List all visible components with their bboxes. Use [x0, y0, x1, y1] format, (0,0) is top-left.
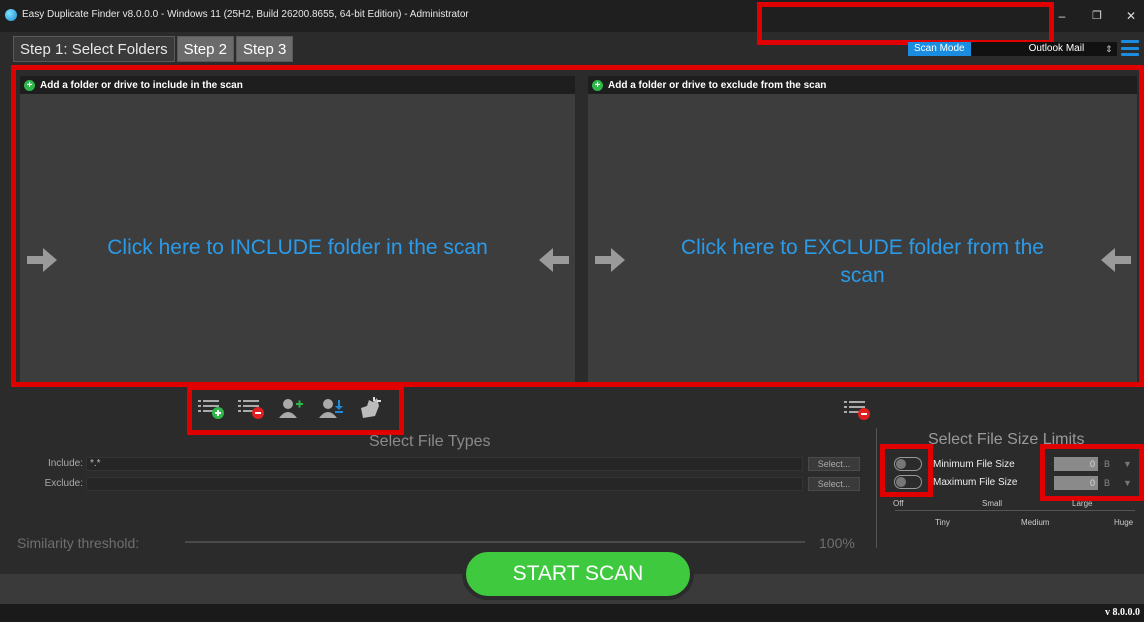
add-user-folder-icon[interactable]: [277, 396, 305, 420]
window-title: Easy Duplicate Finder v8.0.0.0 - Windows…: [22, 9, 469, 20]
import-user-folder-icon[interactable]: [317, 396, 345, 420]
add-icon: +: [592, 79, 603, 91]
remove-folder-list-icon[interactable]: [237, 396, 265, 420]
start-scan-button[interactable]: START SCAN: [462, 548, 694, 600]
size-limits-title: Select File Size Limits: [928, 431, 1085, 448]
status-bar: v 8.0.0.0: [0, 604, 1144, 622]
scan-mode-select[interactable]: Scan Mode Outlook Mail ⇕: [908, 42, 1117, 56]
clear-list-icon[interactable]: [357, 396, 385, 420]
step-tabs: Step 1: Select Folders Step 2 Step 3: [13, 36, 294, 62]
max-size-label: Maximum File Size: [933, 477, 1018, 488]
scan-mode-label: Scan Mode: [908, 42, 971, 56]
min-size-unit: B: [1104, 459, 1111, 469]
scan-mode-selected: Outlook Mail: [1028, 43, 1085, 54]
similarity-value: 100%: [819, 535, 855, 551]
maximize-button[interactable]: ❐: [1084, 7, 1110, 25]
scale-huge: Huge: [1114, 518, 1134, 527]
max-size-toggle[interactable]: [894, 475, 922, 489]
include-header-text: Add a folder or drive to include in the …: [40, 79, 243, 91]
arrow-left-icon: [539, 248, 569, 272]
max-size-dropdown-icon[interactable]: ▼: [1123, 478, 1132, 488]
minimize-button[interactable]: –: [1049, 7, 1075, 25]
exclude-prompt: Click here to EXCLUDE folder from the sc…: [681, 236, 1044, 287]
title-bar: Easy Duplicate Finder v8.0.0.0 - Windows…: [0, 0, 1144, 32]
scale-large: Large: [1072, 499, 1093, 508]
include-panel: + Add a folder or drive to include in th…: [20, 76, 575, 382]
include-toolbar: [197, 396, 385, 420]
exclude-panel-header: + Add a folder or drive to exclude from …: [588, 76, 1137, 94]
similarity-label: Similarity threshold:: [17, 535, 140, 551]
arrow-right-icon: [27, 248, 57, 272]
min-size-label: Minimum File Size: [933, 459, 1015, 470]
similarity-slider[interactable]: [185, 541, 805, 543]
tab-step-1[interactable]: Step 1: Select Folders: [13, 36, 175, 62]
exclude-header-text: Add a folder or drive to exclude from th…: [608, 79, 827, 91]
close-button[interactable]: ✕: [1118, 7, 1144, 25]
scale-small: Small: [982, 499, 1003, 508]
include-drop-area[interactable]: Click here to INCLUDE folder in the scan: [20, 94, 575, 382]
exclude-panel: + Add a folder or drive to exclude from …: [588, 76, 1137, 382]
exclude-types-input[interactable]: [86, 477, 803, 491]
exclude-types-label: Exclude:: [44, 478, 83, 489]
menu-icon[interactable]: [1121, 40, 1139, 56]
scale-medium: Medium: [1021, 518, 1050, 527]
size-scale-slider[interactable]: [895, 510, 1135, 511]
include-types-label: Include:: [47, 458, 83, 469]
arrow-left-icon: [1101, 248, 1131, 272]
highlight-box-size-inputs: [1040, 444, 1144, 501]
min-size-dropdown-icon[interactable]: ▼: [1123, 459, 1132, 469]
include-types-input[interactable]: *.*: [86, 457, 803, 471]
exclude-select-button[interactable]: Select...: [808, 477, 860, 491]
include-select-button[interactable]: Select...: [808, 457, 860, 471]
tab-step-2[interactable]: Step 2: [176, 36, 234, 62]
max-size-unit: B: [1104, 478, 1111, 488]
remove-exclude-folder-icon[interactable]: [843, 398, 871, 420]
add-folder-list-icon[interactable]: [197, 396, 225, 420]
include-panel-header: + Add a folder or drive to include in th…: [20, 76, 575, 94]
max-size-input[interactable]: 0: [1054, 476, 1098, 490]
min-size-toggle[interactable]: [894, 457, 922, 471]
scan-mode-value[interactable]: Outlook Mail ⇕: [970, 42, 1117, 56]
version-label: v 8.0.0.0: [1105, 607, 1140, 618]
scale-off: Off: [893, 499, 904, 508]
section-divider: [876, 428, 877, 548]
app-icon: [5, 9, 17, 21]
arrow-right-icon: [595, 248, 625, 272]
updown-arrow-icon: ⇕: [1105, 44, 1113, 54]
add-icon: +: [24, 79, 35, 91]
tab-step-3[interactable]: Step 3: [235, 36, 294, 62]
include-prompt: Click here to INCLUDE folder in the scan: [107, 236, 488, 259]
file-types-title: Select File Types: [369, 433, 491, 450]
scale-tiny: Tiny: [935, 518, 950, 527]
exclude-drop-area[interactable]: Click here to EXCLUDE folder from the sc…: [588, 94, 1137, 382]
min-size-input[interactable]: 0: [1054, 457, 1098, 471]
